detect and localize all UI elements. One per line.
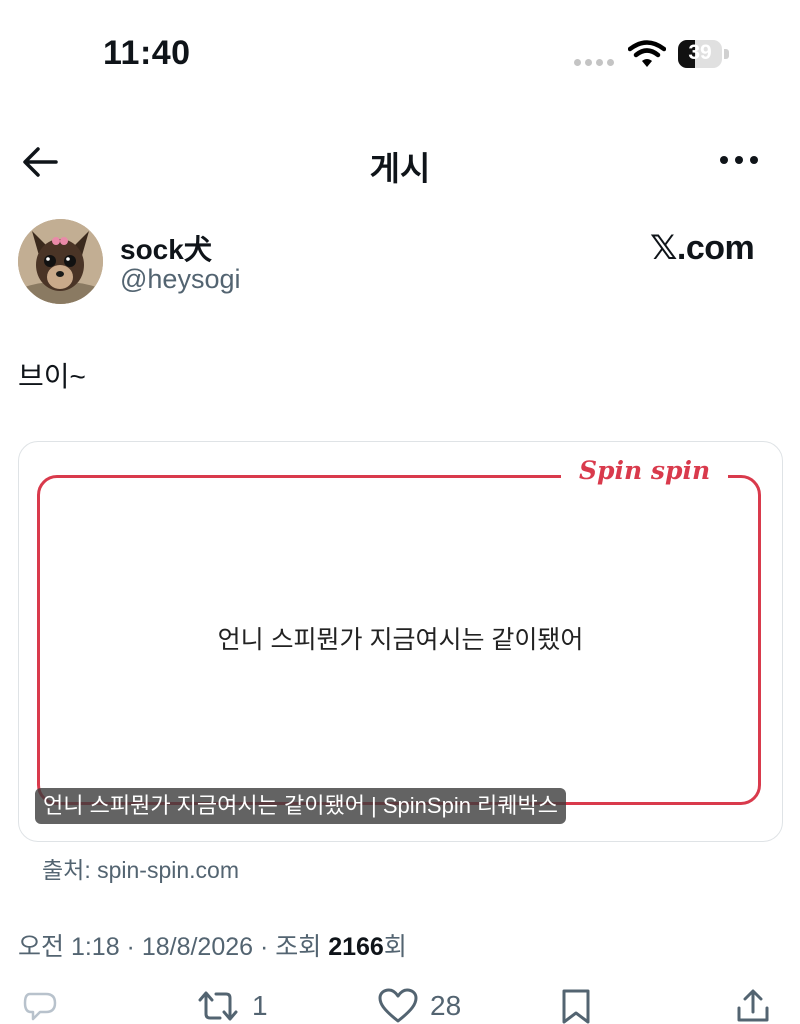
heart-icon (378, 988, 418, 1023)
author-display-name[interactable]: sock犬 (120, 228, 212, 268)
dog-avatar-image (18, 219, 103, 304)
more-dot-icon (750, 156, 758, 164)
share-button[interactable] (735, 988, 771, 1024)
card-image-text: 언니 스피뭔가 지금여시는 같이됐어 (217, 626, 584, 654)
battery-icon: 39 (678, 40, 722, 68)
reply-bubble-icon (23, 992, 57, 1021)
view-count[interactable]: 2166 (328, 933, 384, 961)
page-title: 게시 (369, 150, 431, 187)
more-dot-icon (735, 156, 743, 164)
spinspin-logo: Spin spin (561, 456, 729, 485)
more-dot-icon (720, 156, 728, 164)
x-com-watermark: 𝕏.com (650, 229, 755, 267)
battery-level: 39 (688, 41, 712, 64)
cellular-signal-icon (574, 59, 614, 66)
like-count: 28 (430, 990, 462, 1021)
wifi-icon (627, 40, 667, 73)
retweet-button[interactable]: 1 (196, 988, 268, 1024)
avatar[interactable] (18, 219, 103, 304)
retweet-icon (198, 991, 238, 1021)
card-source-link[interactable]: 출처: spin-spin.com (42, 851, 239, 885)
bookmark-button[interactable] (559, 988, 593, 1024)
retweet-count: 1 (252, 990, 268, 1021)
author-handle[interactable]: @heysogi (120, 264, 240, 295)
link-preview-card[interactable]: Spin spin 언니 스피뭔가 지금여시는 같이됐어 언니 스피뭔가 지금여… (18, 441, 783, 842)
status-time: 11:40 (103, 34, 191, 72)
view-count-suffix: 회 (383, 933, 407, 961)
like-button[interactable]: 28 (378, 988, 461, 1024)
post-metadata: 오전 1:18 · 18/8/2026 · 조회 2166회 (18, 927, 407, 963)
battery-cap (724, 49, 729, 59)
post-timestamp: 오전 1:18 · 18/8/2026 · 조회 (18, 933, 329, 961)
card-title-overlay: 언니 스피뭔가 지금여시는 같이됐어 | SpinSpin 리퀘박스 (35, 788, 567, 824)
post-text: 브이~ (18, 361, 86, 392)
reply-button[interactable] (22, 988, 58, 1024)
more-options-button[interactable] (720, 150, 766, 170)
bookmark-icon (562, 989, 590, 1024)
share-icon (737, 989, 769, 1022)
